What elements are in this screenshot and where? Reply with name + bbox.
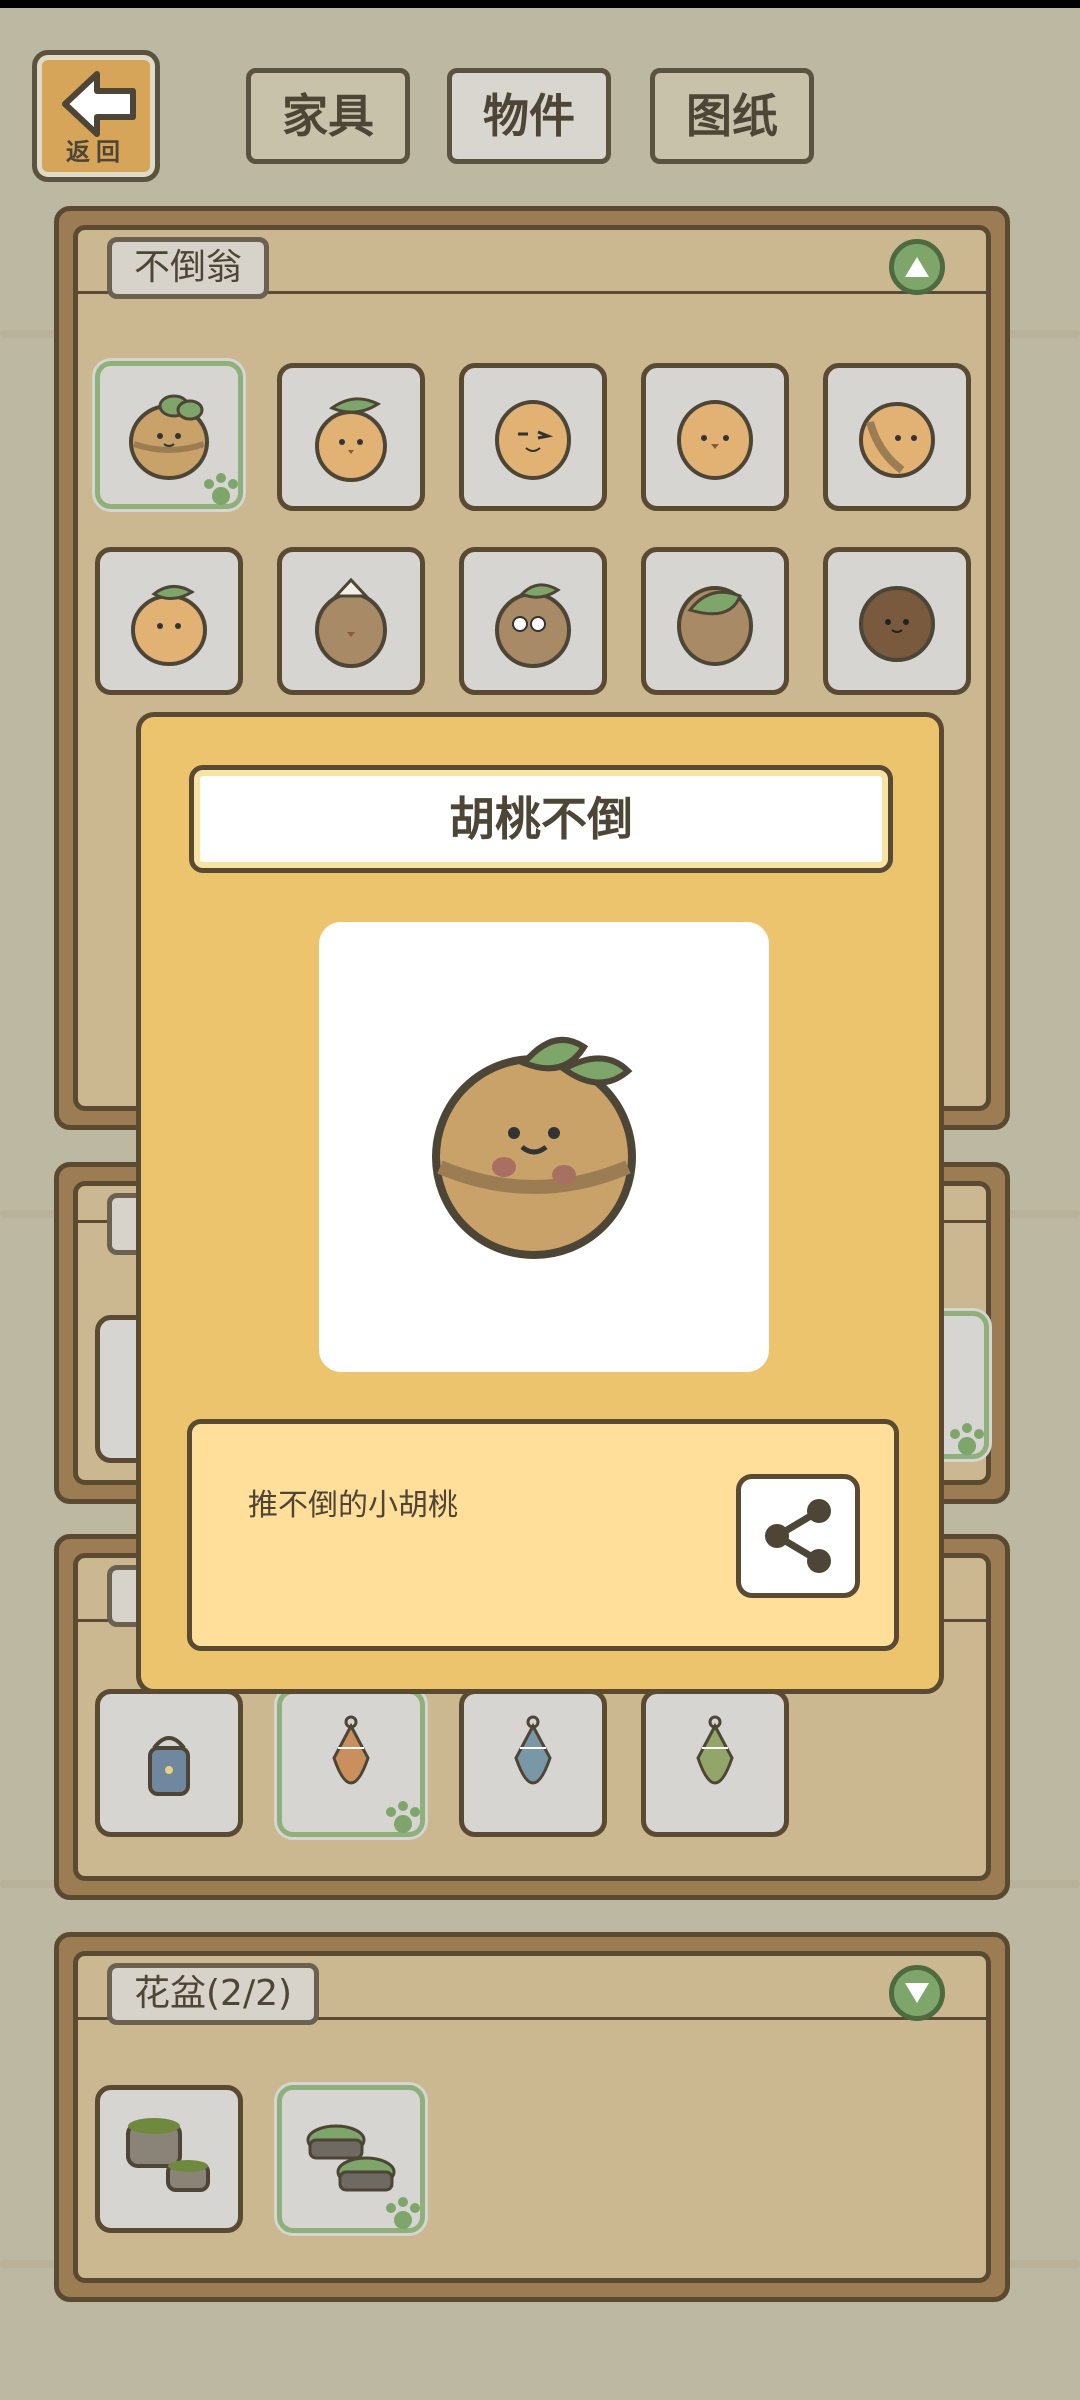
category-label-tumblers: 不倒翁 bbox=[107, 237, 270, 299]
item-walnut-tumbler[interactable] bbox=[95, 361, 243, 509]
item-description: 推不倒的小胡桃 bbox=[248, 1488, 458, 1523]
item-wink-tumbler[interactable] bbox=[459, 363, 607, 511]
item-hanging-pouch-green[interactable] bbox=[641, 1689, 789, 1837]
chevron-up-icon bbox=[905, 257, 929, 277]
tab-blueprints[interactable]: 图纸 bbox=[650, 68, 814, 164]
hanging-pouch-icon bbox=[514, 1715, 552, 1785]
share-button[interactable] bbox=[736, 1474, 860, 1598]
item-hanging-pouch-blue[interactable] bbox=[459, 1689, 607, 1837]
leaf-tumbler-icon bbox=[315, 397, 387, 482]
category-panel-flowerpots: 花盆(2/2) bbox=[54, 1932, 1010, 2302]
sprout-tumbler-icon bbox=[131, 585, 207, 666]
bear-tumbler-icon bbox=[859, 586, 935, 662]
item-name: 胡桃不倒 bbox=[189, 765, 893, 873]
back-arrow-icon bbox=[62, 71, 136, 137]
item-hanging-pouch-brown[interactable] bbox=[277, 1689, 425, 1837]
stone-pot-icon bbox=[126, 2118, 210, 2192]
tab-furniture[interactable]: 家具 bbox=[246, 68, 410, 164]
item-bear-tumbler[interactable] bbox=[823, 547, 971, 695]
walnut-tumbler-icon bbox=[432, 1036, 636, 1259]
acorn-tumbler-icon bbox=[315, 577, 387, 668]
item-acorn-tumbler[interactable] bbox=[277, 547, 425, 695]
hanging-pouch-icon bbox=[696, 1715, 734, 1785]
collapse-button[interactable] bbox=[889, 239, 945, 295]
grumpy-tumbler-icon bbox=[677, 400, 753, 480]
item-grumpy-tumbler[interactable] bbox=[641, 363, 789, 511]
leafcap-tumbler-icon bbox=[677, 586, 753, 666]
item-description-box: 推不倒的小胡桃 bbox=[187, 1419, 899, 1651]
category-label-flowerpots: 花盆(2/2) bbox=[107, 1963, 320, 2025]
expand-button[interactable] bbox=[889, 1965, 945, 2021]
paw-icon bbox=[386, 2197, 420, 2229]
paw-icon bbox=[386, 1801, 420, 1833]
item-moss-pots[interactable] bbox=[277, 2085, 425, 2233]
paw-icon bbox=[950, 1423, 984, 1455]
item-blue-bag[interactable] bbox=[95, 1689, 243, 1837]
item-preview bbox=[319, 922, 769, 1372]
paw-icon bbox=[204, 473, 238, 505]
item-glasses-tumbler[interactable] bbox=[459, 547, 607, 695]
wink-tumbler-icon bbox=[495, 400, 571, 480]
bag-icon bbox=[148, 1736, 190, 1796]
item-sprout-tumbler[interactable] bbox=[95, 547, 243, 695]
share-icon bbox=[765, 1499, 831, 1573]
item-stone-pot[interactable] bbox=[95, 2085, 243, 2233]
back-button-label: 返回 bbox=[66, 138, 126, 166]
back-button[interactable]: 返回 bbox=[32, 50, 160, 182]
item-leafcap-tumbler[interactable] bbox=[641, 547, 789, 695]
glasses-tumbler-icon bbox=[495, 583, 571, 668]
item-striped-tumbler[interactable] bbox=[823, 363, 971, 511]
striped-tumbler-icon bbox=[859, 402, 935, 478]
item-leaf-tumbler[interactable] bbox=[277, 363, 425, 511]
chevron-down-icon bbox=[905, 1983, 929, 2003]
item-detail-modal: 胡桃不倒 推不倒的小胡桃 bbox=[136, 712, 944, 1694]
status-bar-strip bbox=[0, 0, 1080, 8]
tab-objects[interactable]: 物件 bbox=[447, 68, 611, 164]
